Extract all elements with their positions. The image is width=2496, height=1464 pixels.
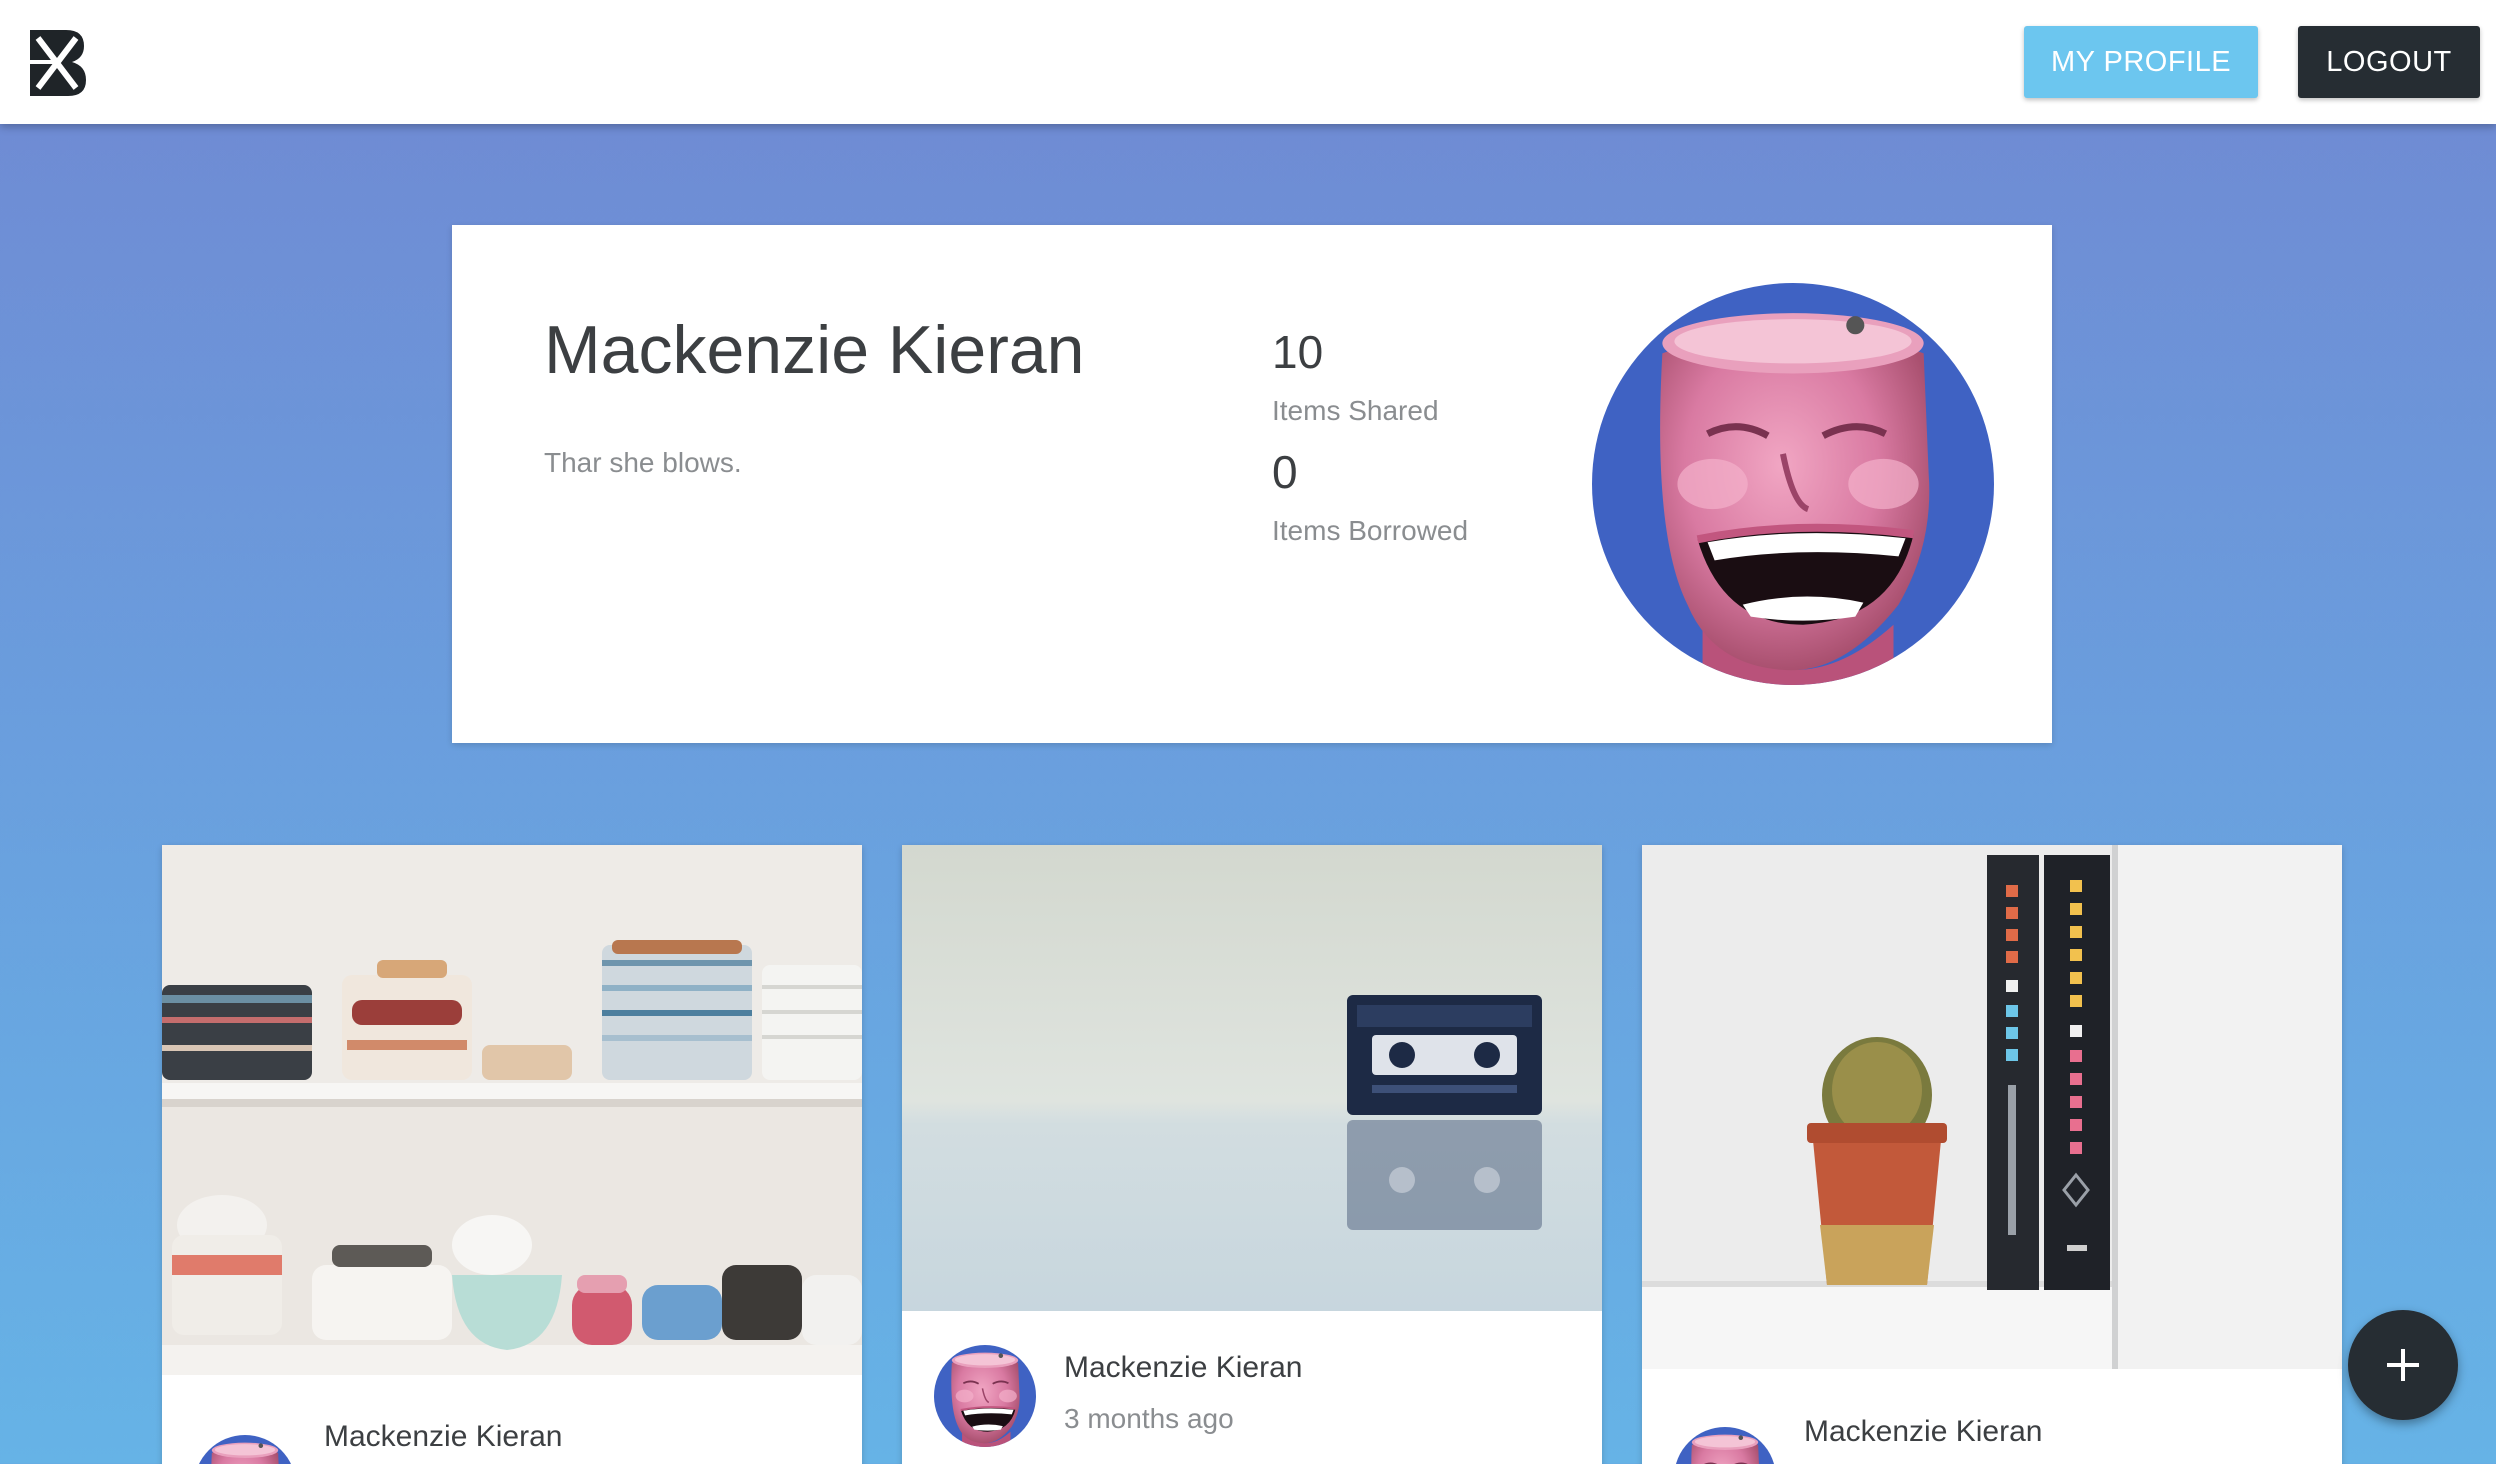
owner-name: Mackenzie Kieran (1064, 1351, 1303, 1384)
owner-avatar[interactable] (1674, 1427, 1776, 1464)
item-card[interactable]: Mackenzie Kieran 3 months ago (902, 845, 1602, 1464)
item-card[interactable]: Mackenzie Kieran (162, 845, 862, 1464)
item-image-cactus-books[interactable] (1642, 845, 2342, 1369)
owner-avatar[interactable] (194, 1435, 296, 1464)
boomtown-logo-icon[interactable] (26, 26, 88, 100)
item-image-cassette[interactable] (902, 845, 1602, 1311)
my-profile-button[interactable]: MY PROFILE (2024, 26, 2258, 98)
owner-name: Mackenzie Kieran (324, 1420, 563, 1453)
profile-name: Mackenzie Kieran (544, 312, 1085, 388)
item-footer: Mackenzie Kieran (162, 1375, 862, 1464)
top-app-bar: MY PROFILE LOGOUT (0, 0, 2496, 124)
profile-bio: Thar she blows. (544, 447, 742, 478)
profile-card: Mackenzie Kieran Thar she blows. 10 Item… (452, 225, 2052, 743)
item-footer: Mackenzie Kieran (1642, 1369, 2342, 1464)
owner-name: Mackenzie Kieran (1804, 1415, 2043, 1448)
item-footer: Mackenzie Kieran 3 months ago (902, 1311, 1602, 1464)
owner-avatar[interactable] (934, 1345, 1036, 1447)
item-card[interactable]: Mackenzie Kieran (1642, 845, 2342, 1464)
item-timestamp: 3 months ago (1064, 1403, 1234, 1434)
add-item-button[interactable] (2348, 1310, 2458, 1420)
items-shared-count: 10 (1272, 326, 1324, 378)
plus-icon (2387, 1349, 2419, 1381)
item-image-plates[interactable] (162, 845, 862, 1375)
items-shared-label: Items Shared (1272, 395, 1439, 426)
items-borrowed-count: 0 (1272, 446, 1298, 498)
logout-button[interactable]: LOGOUT (2298, 26, 2480, 98)
items-borrowed-label: Items Borrowed (1272, 515, 1469, 546)
profile-avatar (1592, 283, 1994, 685)
